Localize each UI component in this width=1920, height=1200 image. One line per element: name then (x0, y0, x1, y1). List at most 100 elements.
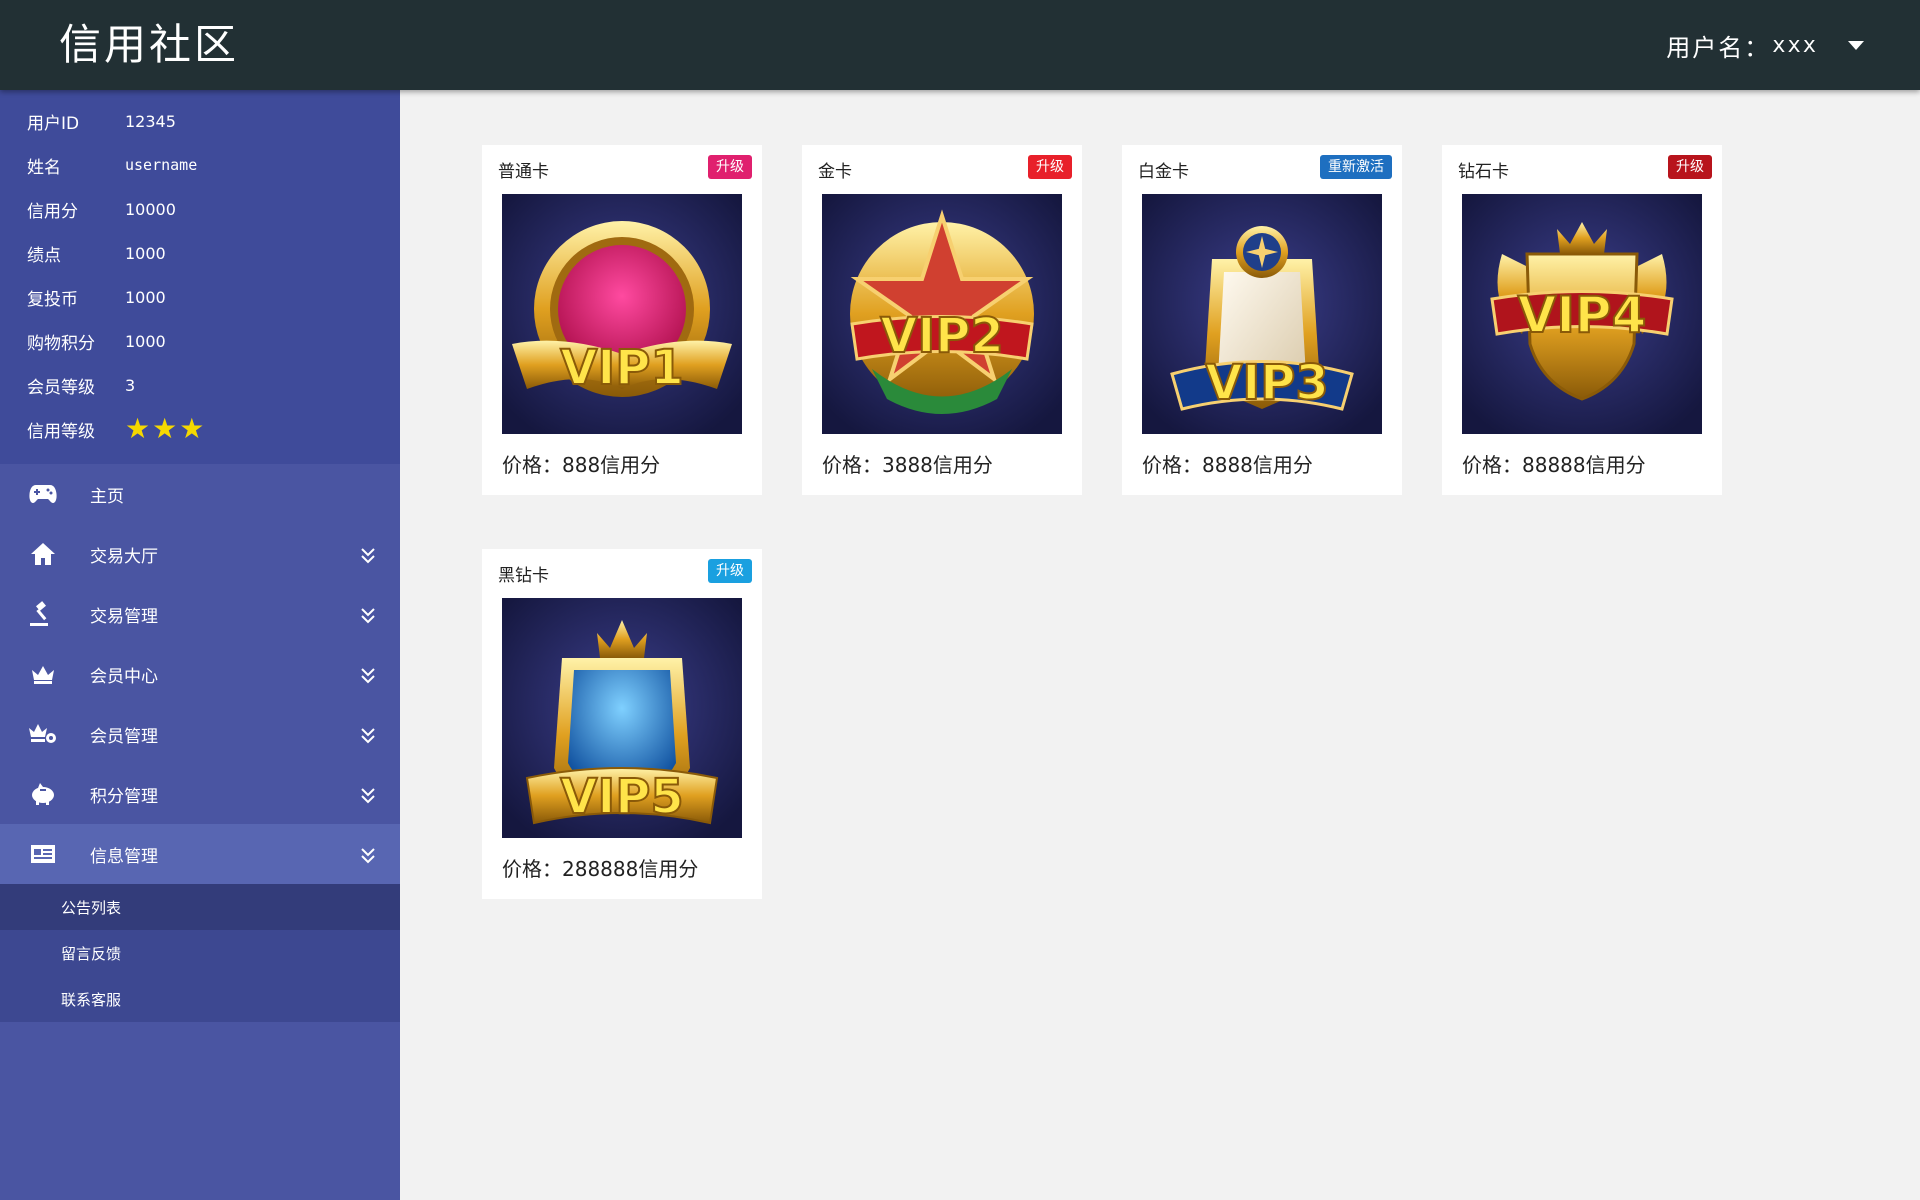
profile-value: 1000 (125, 331, 166, 351)
profile-value: 10000 (125, 199, 176, 219)
vip2-badge-image: VIP2 (822, 194, 1062, 434)
nav-label: 会员管理 (90, 726, 158, 747)
card-name: 金卡 (818, 162, 852, 182)
price-text: 价格：888信用分 (502, 449, 660, 478)
crown-gear-icon (28, 719, 58, 749)
profile-label: 信用等级 (27, 421, 95, 442)
price-label: 价格： (502, 857, 562, 881)
nav-label: 交易大厅 (90, 546, 158, 567)
profile-value: 12345 (125, 111, 176, 131)
profile-row-member-level: 会员等级 3 (0, 363, 400, 407)
upgrade-button[interactable]: 升级 (1668, 155, 1712, 179)
profile-row-reinvest-coin: 复投币 1000 (0, 275, 400, 319)
vip3-text: VIP3 (1205, 355, 1329, 411)
membership-card-vip5: 黑钻卡 升级 VIP5 价格：288888信用分 (482, 549, 762, 899)
gamepad-icon (28, 479, 58, 509)
nav-item-member-center[interactable]: 会员中心 (0, 644, 400, 704)
nav-item-trade-management[interactable]: 交易管理 (0, 584, 400, 644)
card-name: 黑钻卡 (498, 566, 549, 586)
submenu-item-contact-support[interactable]: 联系客服 (0, 976, 400, 1022)
price-label: 价格： (822, 453, 882, 477)
crown-icon (28, 659, 58, 689)
home-icon (28, 539, 58, 569)
card-name: 白金卡 (1138, 162, 1189, 182)
profile-panel: 用户ID 12345 姓名 username 信用分 10000 绩点 1000… (0, 90, 400, 464)
upgrade-button[interactable]: 升级 (708, 559, 752, 583)
nav-label: 信息管理 (90, 846, 158, 867)
upgrade-button[interactable]: 升级 (708, 155, 752, 179)
profile-row-shopping-points: 购物积分 1000 (0, 319, 400, 363)
price-value: 3888信用分 (882, 453, 993, 477)
vip2-text: VIP2 (880, 308, 1004, 364)
profile-label: 购物积分 (27, 333, 95, 354)
user-menu[interactable]: 用户名： xxx (1666, 28, 1864, 62)
membership-card-vip3: 白金卡 重新激活 VIP3 价格：8888信用分 (1122, 145, 1402, 495)
profile-label: 用户ID (27, 113, 80, 134)
profile-label: 绩点 (27, 245, 61, 266)
profile-label: 会员等级 (27, 377, 95, 398)
vip5-text: VIP5 (560, 769, 684, 825)
side-nav: 主页 交易大厅 交易管理 会员中心 会员管理 积分管理 信息管理 公告列表 留言… (0, 464, 400, 1022)
top-header: 信用社区 用户名： xxx (0, 0, 1920, 90)
chevron-double-down-icon[interactable] (358, 784, 378, 806)
nav-item-home[interactable]: 主页 (0, 464, 400, 524)
vip1-text: VIP1 (560, 340, 684, 396)
nav-item-points-management[interactable]: 积分管理 (0, 764, 400, 824)
price-value: 8888信用分 (1202, 453, 1313, 477)
chevron-double-down-icon[interactable] (358, 844, 378, 866)
vip1-badge-image: VIP1 (502, 194, 742, 434)
nav-label: 积分管理 (90, 786, 158, 807)
submenu-item-announcements[interactable]: 公告列表 (0, 884, 400, 930)
user-label: 用户名： (1666, 33, 1771, 62)
submenu-item-feedback[interactable]: 留言反馈 (0, 930, 400, 976)
star-icon: ★ (179, 412, 205, 445)
profile-label: 姓名 (27, 157, 61, 178)
piggy-bank-icon (28, 779, 58, 809)
gavel-icon (28, 599, 58, 629)
nav-item-info-management[interactable]: 信息管理 (0, 824, 400, 884)
upgrade-button[interactable]: 升级 (1028, 155, 1072, 179)
price-text: 价格：288888信用分 (502, 853, 698, 882)
price-value: 888信用分 (562, 453, 661, 477)
membership-card-vip1: 普通卡 升级 VIP1 价格：888信用分 (482, 145, 762, 495)
profile-value: 1000 (125, 287, 166, 307)
price-label: 价格： (1142, 453, 1202, 477)
profile-row-credit-level: 信用等级 ★ ★ ★ (0, 407, 400, 451)
price-value: 88888信用分 (1522, 453, 1646, 477)
profile-row-name: 姓名 username (0, 143, 400, 187)
card-name: 钻石卡 (1458, 162, 1509, 182)
profile-value: 3 (125, 375, 136, 395)
membership-card-vip2: 金卡 升级 VIP2 价格：3888信用分 (802, 145, 1082, 495)
submenu-info-management: 公告列表 留言反馈 联系客服 (0, 884, 400, 1022)
nav-label: 主页 (90, 486, 124, 507)
vip5-badge-image: VIP5 (502, 598, 742, 838)
nav-item-trading-hall[interactable]: 交易大厅 (0, 524, 400, 584)
nav-label: 会员中心 (90, 666, 158, 687)
profile-row-user-id: 用户ID 12345 (0, 99, 400, 143)
price-label: 价格： (1462, 453, 1522, 477)
profile-row-credit-score: 信用分 10000 (0, 187, 400, 231)
chevron-double-down-icon[interactable] (358, 724, 378, 746)
app-title: 信用社区 (59, 20, 240, 69)
profile-value: username (125, 156, 198, 174)
price-value: 288888信用分 (562, 857, 699, 881)
profile-label: 复投币 (27, 289, 78, 310)
nav-item-member-management[interactable]: 会员管理 (0, 704, 400, 764)
price-text: 价格：3888信用分 (822, 449, 993, 478)
profile-row-gpa: 绩点 1000 (0, 231, 400, 275)
chevron-double-down-icon[interactable] (358, 664, 378, 686)
chevron-double-down-icon[interactable] (358, 544, 378, 566)
user-name: xxx (1772, 32, 1818, 58)
chevron-double-down-icon[interactable] (358, 604, 378, 626)
sidebar: 用户ID 12345 姓名 username 信用分 10000 绩点 1000… (0, 90, 400, 1200)
profile-label: 信用分 (27, 201, 78, 222)
price-text: 价格：88888信用分 (1462, 449, 1646, 478)
caret-down-icon[interactable] (1848, 40, 1864, 50)
reactivate-button[interactable]: 重新激活 (1320, 155, 1392, 179)
vip4-text: VIP4 (1518, 286, 1647, 344)
star-icon: ★ (152, 412, 178, 445)
card-name: 普通卡 (498, 162, 549, 182)
profile-value: 1000 (125, 243, 166, 263)
vip4-badge-image: VIP4 (1462, 194, 1702, 434)
newspaper-icon (28, 839, 58, 869)
